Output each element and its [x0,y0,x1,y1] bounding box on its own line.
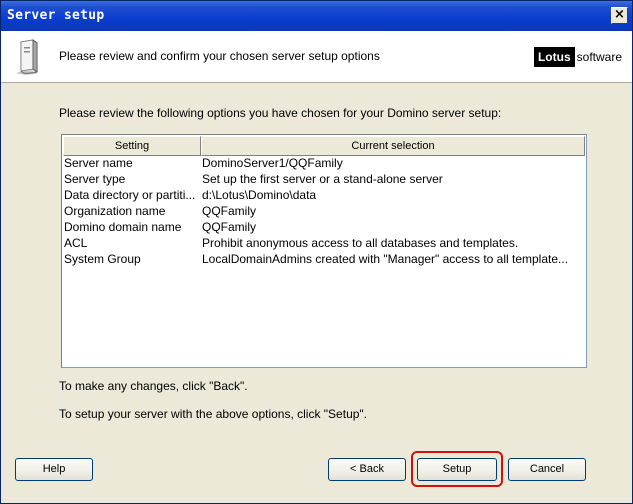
close-button[interactable]: × [611,7,628,24]
setting-cell: Domino domain name [64,220,182,234]
setup-button[interactable]: Setup [417,458,497,481]
options-table[interactable]: Setting Current selection Server name Do… [61,134,587,368]
lotus-logo-suffix: software [576,50,622,64]
value-cell: Set up the first server or a stand-alone… [202,172,443,186]
title-bar[interactable]: Server setup × [1,1,632,31]
setting-cell: Server name [64,156,133,170]
help-button[interactable]: Help [15,458,93,481]
table-row[interactable]: Organization name QQFamily [64,203,584,219]
table-row[interactable]: Data directory or partiti... d:\Lotus\Do… [64,187,584,203]
intro-text: Please review the following options you … [59,106,502,120]
back-instruction: To make any changes, click "Back". [59,379,248,393]
lotus-software-logo: Lotus software [533,47,622,67]
table-row[interactable]: System Group LocalDomainAdmins created w… [64,251,584,267]
value-cell: DominoServer1/QQFamily [202,156,343,170]
header-banner: Please review and confirm your chosen se… [1,31,632,83]
setting-cell: Server type [64,172,126,186]
setup-window: Server setup × Please review and confirm… [0,0,633,504]
setting-cell: Organization name [64,204,166,218]
table-body: Server name DominoServer1/QQFamily Serve… [64,155,584,267]
setting-cell: System Group [64,252,141,266]
server-icon [17,39,38,75]
header-instruction: Please review and confirm your chosen se… [59,49,380,63]
table-header: Setting Current selection [63,136,585,156]
column-header-setting[interactable]: Setting [63,136,201,156]
close-icon: × [614,7,625,22]
column-header-current-selection[interactable]: Current selection [201,136,585,156]
table-row[interactable]: Domino domain name QQFamily [64,219,584,235]
value-cell: QQFamily [202,220,256,234]
setting-cell: ACL [64,236,88,250]
lotus-logo-brand: Lotus [533,47,575,67]
back-button[interactable]: < Back [328,458,406,481]
value-cell: d:\Lotus\Domino\data [202,188,317,202]
setup-instruction: To setup your server with the above opti… [59,407,368,421]
setting-cell: Data directory or partiti... [64,188,196,202]
value-cell: LocalDomainAdmins created with "Manager"… [202,252,569,266]
cancel-button[interactable]: Cancel [508,458,586,481]
table-row[interactable]: Server type Set up the first server or a… [64,171,584,187]
value-cell: QQFamily [202,204,256,218]
window-title: Server setup [7,8,105,23]
value-cell: Prohibit anonymous access to all databas… [202,236,519,250]
table-row[interactable]: ACL Prohibit anonymous access to all dat… [64,235,584,251]
table-row[interactable]: Server name DominoServer1/QQFamily [64,155,584,171]
